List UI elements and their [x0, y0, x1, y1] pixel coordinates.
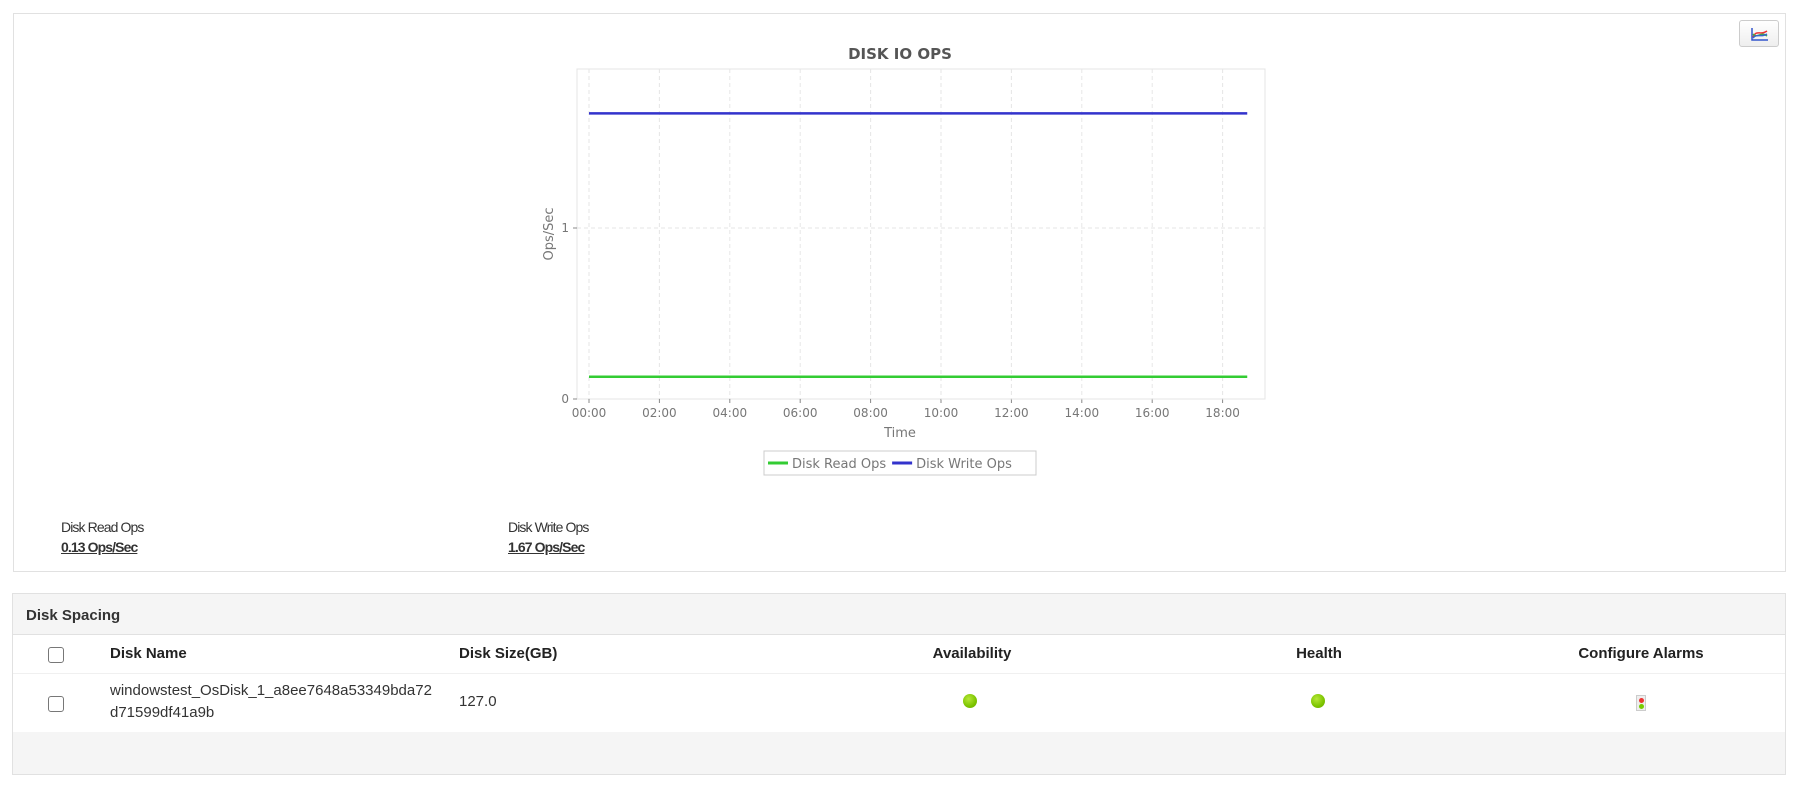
stat-value-link[interactable]: 0.13 Ops/Sec: [61, 539, 143, 555]
stat-disk-read-ops: Disk Read Ops 0.13 Ops/Sec: [61, 519, 144, 555]
x-tick-label: 04:00: [713, 406, 748, 420]
column-header-availability[interactable]: Availability: [933, 645, 1012, 662]
x-tick-label: 16:00: [1135, 406, 1170, 420]
disk-io-ops-chart: DISK IO OPS 00:00 02:00 04:00 06:00 08:00 10:0…: [542, 45, 1266, 476]
column-header-disk-name[interactable]: Disk Name: [110, 645, 187, 662]
disk-name[interactable]: windowstest_OsDisk_1_a8ee7648a53349bda72…: [110, 680, 432, 724]
x-tick-label: 08:00: [853, 406, 888, 420]
x-tick-label: 06:00: [783, 406, 818, 420]
column-header-configure-alarms[interactable]: Configure Alarms: [1578, 645, 1703, 662]
row-checkbox[interactable]: [48, 696, 64, 712]
plot-area: [576, 68, 1266, 400]
disk-spacing-panel: Disk Spacing Disk Name Disk Size(GB) Ava…: [12, 593, 1786, 775]
y-axis-label: Ops/Sec: [542, 207, 557, 260]
stat-disk-write-ops: Disk Write Ops 1.67 Ops/Sec: [508, 519, 589, 555]
column-header-disk-size[interactable]: Disk Size(GB): [459, 645, 557, 662]
x-tick-label: 14:00: [1065, 406, 1100, 420]
stat-label: Disk Write Ops: [508, 519, 589, 535]
legend-item: Disk Write Ops: [916, 457, 1012, 472]
x-tick-label: 00:00: [572, 406, 607, 420]
health-status-icon: [1311, 694, 1325, 708]
chart-title: DISK IO OPS: [848, 45, 952, 63]
disk-name-line1: windowstest_OsDisk_1_a8ee7648a53349bda72: [110, 682, 432, 699]
y-tick-label: 1: [561, 221, 569, 235]
disk-size: 127.0: [459, 693, 497, 710]
x-tick-label: 18:00: [1205, 406, 1240, 420]
column-header-health[interactable]: Health: [1296, 645, 1342, 662]
panel-title: Disk Spacing: [26, 607, 121, 624]
stat-value-link[interactable]: 1.67 Ops/Sec: [508, 539, 589, 555]
availability-status-icon: [963, 694, 977, 708]
disk-table: Disk Name Disk Size(GB) Availability Hea…: [13, 634, 1785, 732]
y-tick-label: 0: [561, 392, 569, 406]
select-all-checkbox[interactable]: [48, 647, 64, 663]
stat-label: Disk Read Ops: [61, 519, 144, 535]
traffic-light-icon[interactable]: [1636, 695, 1646, 711]
x-tick-label: 02:00: [642, 406, 677, 420]
x-axis-label: Time: [883, 426, 916, 441]
x-tick-label: 10:00: [924, 406, 959, 420]
x-tick-label: 12:00: [994, 406, 1029, 420]
table-row: windowstest_OsDisk_1_a8ee7648a53349bda72…: [13, 674, 1785, 732]
table-header-row: Disk Name Disk Size(GB) Availability Hea…: [13, 635, 1785, 674]
legend-item: Disk Read Ops: [792, 457, 886, 472]
disk-name-line2: d71599df41a9b: [110, 704, 215, 721]
